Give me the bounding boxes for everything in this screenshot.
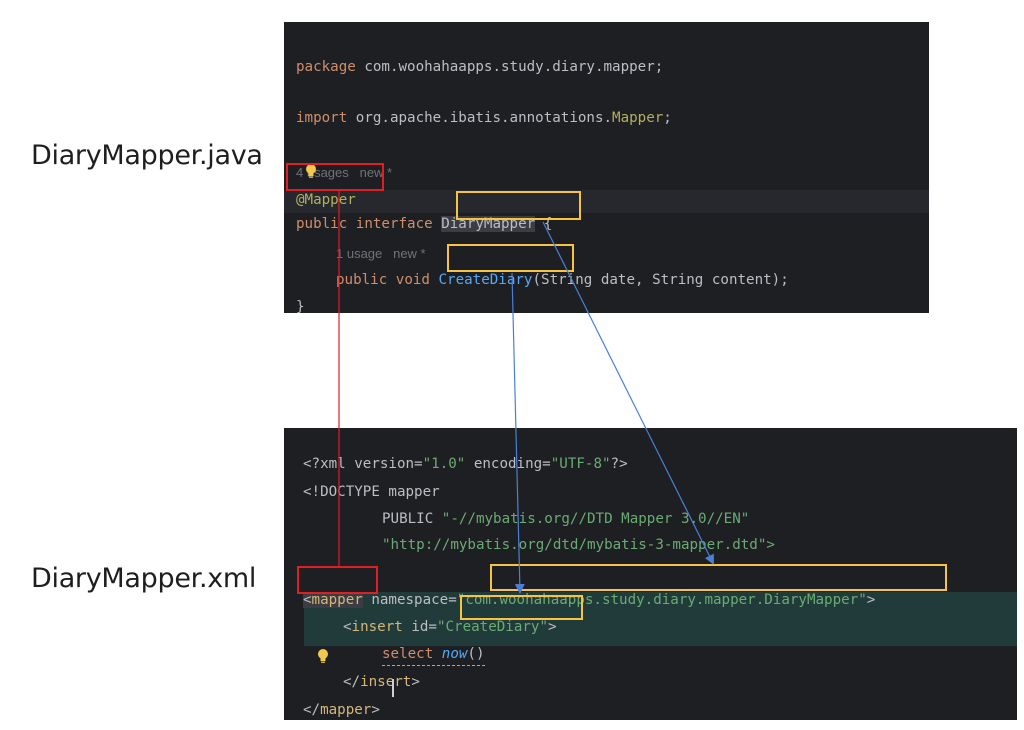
import-semicolon: ; <box>663 110 672 126</box>
mapper-close-bracket: </ <box>303 702 321 718</box>
xml-file-label: DiaryMapper.xml <box>31 563 257 594</box>
import-class: Mapper <box>612 110 664 126</box>
namespace-yellow-box <box>490 564 947 591</box>
text-caret <box>392 679 394 697</box>
package-name: com.woohahaapps.study.diary.mapper; <box>355 59 664 75</box>
package-keyword: package <box>296 59 356 75</box>
method-name-yellow-box <box>447 244 574 272</box>
mapper-close-end: > <box>371 702 380 718</box>
java-file-label: DiaryMapper.java <box>31 140 263 171</box>
insert-id-yellow-box <box>460 595 583 620</box>
doctype-system-url: "http://mybatis.org/dtd/mybatis-3-mapper… <box>382 537 775 553</box>
lightbulb-icon[interactable] <box>316 648 330 664</box>
java-annotation-red-box <box>286 163 384 191</box>
interface-name-yellow-box <box>456 191 581 220</box>
import-path: org.apache.ibatis.annotations. <box>347 110 613 126</box>
mapper-close-tag[interactable]: mapper <box>320 702 371 718</box>
import-keyword: import <box>296 110 348 126</box>
closing-brace: } <box>296 299 305 313</box>
xml-mapper-tag-red-box <box>297 566 378 594</box>
